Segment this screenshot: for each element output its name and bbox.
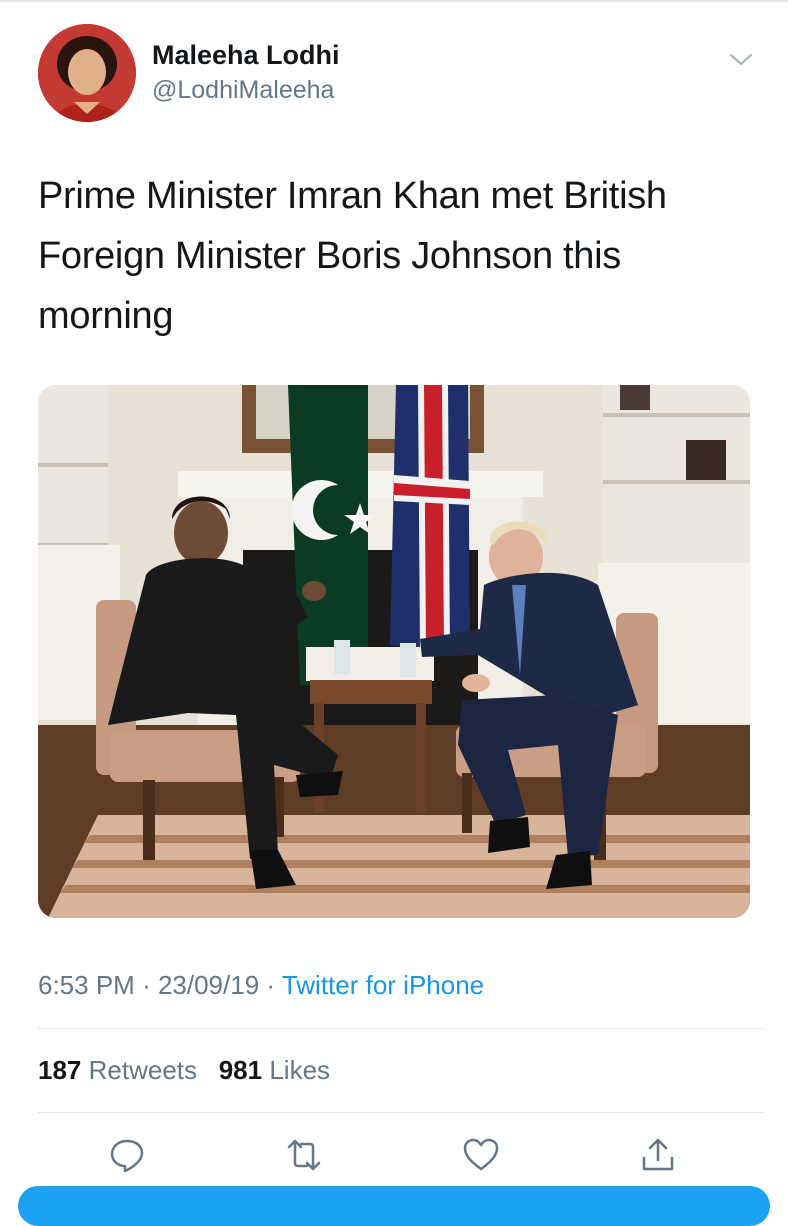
- meeting-photo: [38, 385, 750, 918]
- author-name[interactable]: Maleeha Lodhi: [152, 40, 340, 71]
- tweet-meta: 6:53 PM · 23/09/19 · Twitter for iPhone: [38, 970, 484, 1001]
- like-icon: [463, 1138, 499, 1171]
- likes-label: Likes: [269, 1055, 331, 1085]
- retweets-count: 187: [38, 1055, 82, 1085]
- share-button[interactable]: [633, 1130, 683, 1180]
- avatar[interactable]: [38, 24, 136, 122]
- tweet-stats: 187 Retweets 981 Likes: [38, 1055, 330, 1086]
- like-button[interactable]: [456, 1130, 506, 1180]
- likes-stat[interactable]: 981 Likes: [219, 1055, 330, 1085]
- tweet-text: Prime Minister Imran Khan met British Fo…: [38, 175, 667, 337]
- tweet-time: 6:53 PM: [38, 970, 135, 1000]
- avatar-photo: [38, 24, 136, 122]
- tweet-date: 23/09/19: [157, 970, 260, 1000]
- retweets-stat[interactable]: 187 Retweets: [38, 1055, 204, 1085]
- top-divider: [0, 0, 788, 2]
- divider: [38, 1112, 764, 1113]
- chevron-down-icon[interactable]: [728, 48, 754, 70]
- author-handle[interactable]: @LodhiMaleeha: [152, 76, 334, 105]
- divider: [38, 1028, 764, 1029]
- tweet-source-link[interactable]: Twitter for iPhone: [282, 970, 484, 1000]
- retweet-button[interactable]: [279, 1130, 329, 1180]
- reply-compose-bar[interactable]: [18, 1186, 770, 1226]
- meta-separator: ·: [266, 970, 282, 1000]
- reply-button[interactable]: [102, 1130, 152, 1180]
- share-icon: [642, 1138, 674, 1171]
- tweet-photo[interactable]: [38, 385, 750, 918]
- likes-count: 981: [218, 1055, 263, 1085]
- reply-icon: [110, 1139, 144, 1173]
- meta-separator: ·: [142, 970, 158, 1000]
- retweet-icon: [287, 1139, 321, 1171]
- retweets-label: Retweets: [88, 1055, 198, 1085]
- tweet-actions: [0, 1130, 788, 1180]
